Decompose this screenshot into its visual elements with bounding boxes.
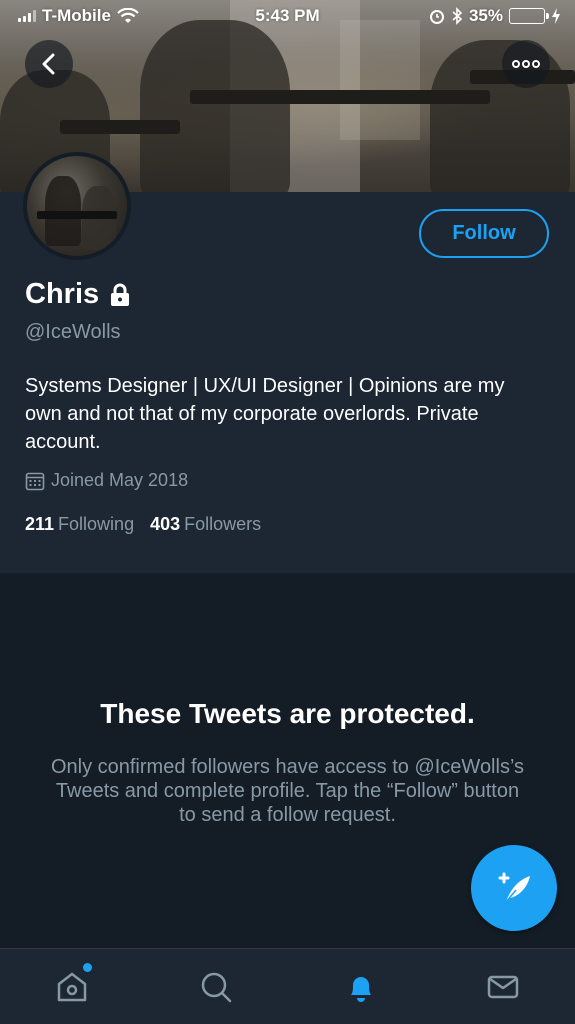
profile-handle: @IceWolls bbox=[25, 321, 121, 343]
follow-button[interactable]: Follow bbox=[419, 209, 549, 258]
followers-label: Followers bbox=[184, 514, 262, 534]
calendar-icon bbox=[25, 472, 45, 490]
home-icon bbox=[57, 972, 87, 1002]
bell-icon bbox=[351, 977, 371, 1002]
search-icon bbox=[201, 972, 232, 1003]
followers-link[interactable]: 403 Followers bbox=[150, 514, 261, 535]
following-link[interactable]: 211 Following bbox=[25, 514, 134, 535]
avatar[interactable] bbox=[23, 152, 131, 260]
more-options-button[interactable] bbox=[502, 40, 550, 88]
mail-icon bbox=[487, 975, 519, 999]
battery-icon bbox=[509, 8, 549, 24]
joined-text: Joined May 2018 bbox=[51, 470, 189, 490]
home-notification-dot bbox=[83, 963, 92, 972]
profile-name: Chris bbox=[25, 278, 131, 311]
joined-date: Joined May 2018 bbox=[25, 470, 188, 491]
profile-bio: Systems Designer | UX/UI Designer | Opin… bbox=[25, 375, 505, 453]
status-bar: T-Mobile 5:43 PM 35% bbox=[0, 0, 575, 34]
protected-description: Only confirmed followers have access to … bbox=[50, 756, 525, 826]
following-label: Following bbox=[58, 514, 135, 534]
more-icon bbox=[512, 60, 540, 68]
compose-tweet-button[interactable] bbox=[471, 845, 557, 931]
followers-count: 403 bbox=[150, 514, 181, 534]
profile-stats: 211 Following 403 Followers bbox=[25, 514, 261, 535]
battery-percent: 35% bbox=[468, 6, 503, 25]
alarm-icon bbox=[429, 10, 444, 24]
lock-icon bbox=[111, 283, 130, 306]
back-button[interactable] bbox=[25, 40, 73, 88]
protected-title: These Tweets are protected. bbox=[100, 698, 475, 729]
tab-search[interactable] bbox=[198, 969, 234, 1005]
status-right-group: 35% bbox=[429, 6, 561, 26]
compose-feather-icon bbox=[498, 872, 530, 903]
charging-icon bbox=[552, 8, 560, 24]
bottom-tab-bar bbox=[0, 948, 575, 1024]
tab-home[interactable] bbox=[54, 963, 92, 1005]
tab-messages[interactable] bbox=[485, 969, 521, 1005]
bluetooth-icon bbox=[452, 7, 463, 25]
following-count: 211 bbox=[25, 514, 55, 534]
tab-notifications[interactable] bbox=[343, 969, 379, 1005]
chevron-left-icon bbox=[42, 53, 55, 75]
profile-name-text: Chris bbox=[25, 278, 100, 310]
